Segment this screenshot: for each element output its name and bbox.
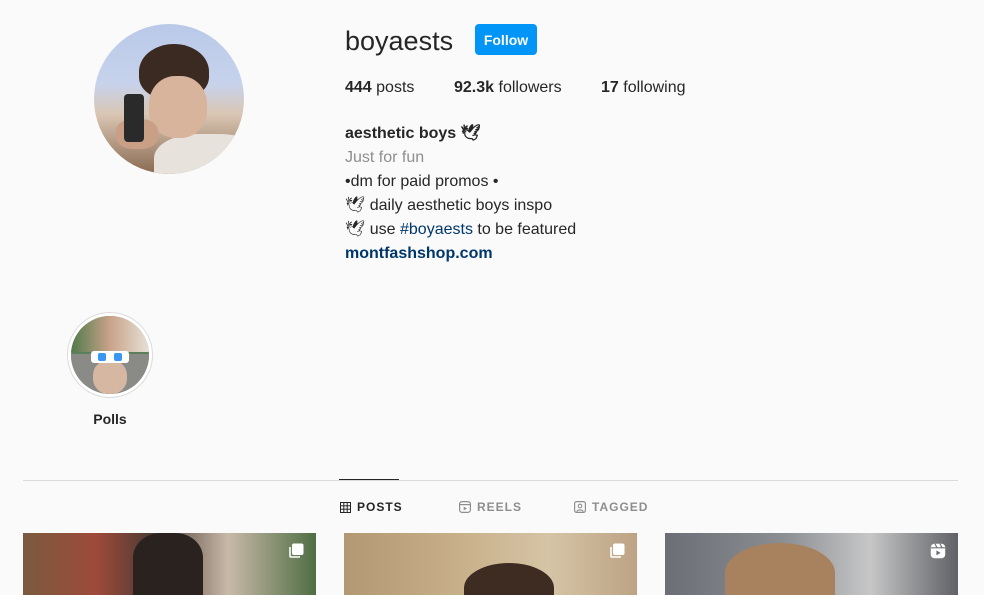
- bio-line-3-prefix: 🕊 use: [345, 221, 400, 238]
- post-thumbnail[interactable]: [23, 533, 316, 595]
- profile-display-name: aesthetic boys 🕊: [345, 125, 481, 142]
- website-link[interactable]: montfashshop.com: [345, 242, 576, 266]
- posts-stat[interactable]: 444 posts: [345, 79, 414, 97]
- tab-reels[interactable]: REELS: [459, 500, 522, 514]
- posts-label: posts: [376, 79, 415, 96]
- grid-icon: [340, 501, 351, 513]
- following-label: following: [623, 79, 686, 96]
- post-thumbnail[interactable]: [344, 533, 637, 595]
- highlight-cover-image: [71, 316, 149, 394]
- reel-icon: [930, 543, 946, 559]
- profile-avatar[interactable]: [94, 24, 244, 174]
- tab-tagged[interactable]: TAGGED: [574, 500, 648, 514]
- story-highlight[interactable]: Polls: [67, 312, 153, 427]
- tab-posts-label: POSTS: [357, 500, 403, 514]
- active-tab-indicator: [339, 479, 399, 480]
- hashtag-link[interactable]: #boyaests: [400, 221, 473, 238]
- highlight-label: Polls: [93, 411, 127, 427]
- profile-category: Just for fun: [345, 149, 425, 166]
- bio-line-2: 🕊 daily aesthetic boys inspo: [345, 197, 553, 214]
- tab-posts[interactable]: POSTS: [340, 500, 403, 514]
- followers-count: 92.3k: [454, 79, 495, 96]
- bio-line-3-suffix: to be featured: [472, 221, 577, 238]
- followers-label: followers: [498, 79, 562, 96]
- profile-username: boyaests: [345, 26, 454, 56]
- highlight-ring: [67, 312, 153, 398]
- tabs-divider: [23, 480, 958, 481]
- posts-count: 444: [345, 79, 372, 96]
- reels-icon: [459, 501, 471, 513]
- follow-button[interactable]: Follow: [475, 24, 537, 55]
- carousel-icon: [610, 543, 625, 558]
- carousel-icon: [289, 543, 304, 558]
- following-link[interactable]: 17 following: [601, 79, 686, 97]
- following-count: 17: [601, 79, 619, 96]
- tab-tagged-label: TAGGED: [592, 500, 649, 514]
- bio-line-3: 🕊 use #boyaests to be featured: [345, 218, 576, 242]
- tagged-icon: [574, 501, 586, 513]
- tab-reels-label: REELS: [477, 500, 523, 514]
- post-thumbnail[interactable]: [665, 533, 958, 595]
- profile-bio: aesthetic boys 🕊 Just for fun •dm for pa…: [345, 122, 576, 266]
- followers-link[interactable]: 92.3k followers: [454, 79, 562, 97]
- bio-line-1: •dm for paid promos •: [345, 173, 499, 190]
